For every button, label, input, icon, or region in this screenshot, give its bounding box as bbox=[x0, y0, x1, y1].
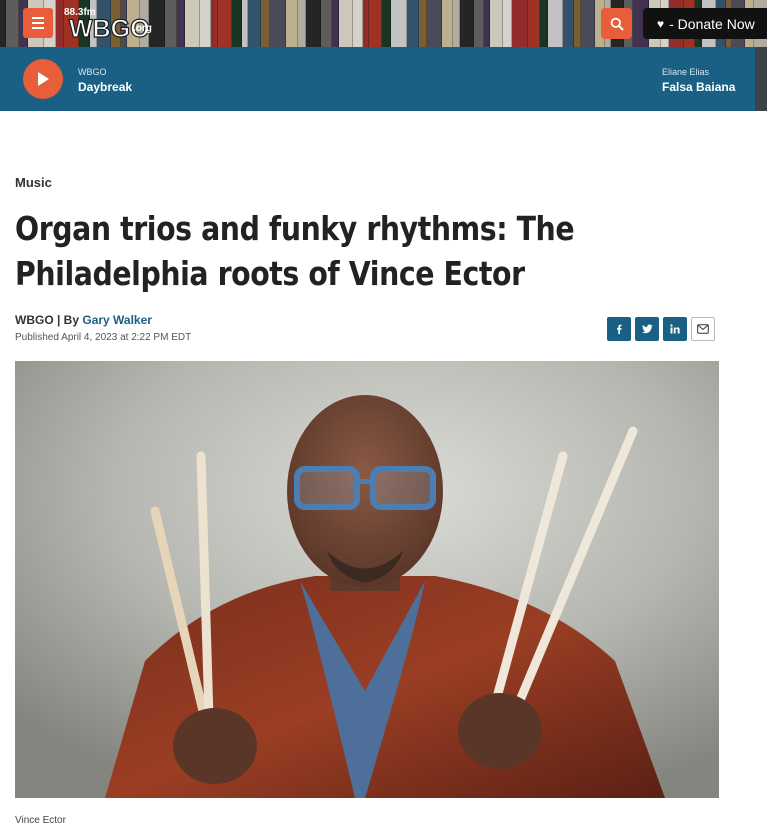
share-linkedin-button[interactable] bbox=[663, 317, 687, 341]
show-title: Daybreak bbox=[78, 80, 133, 94]
wbgo-logo-icon: 88.3fm WBGO .org bbox=[64, 7, 152, 42]
share-email-button[interactable] bbox=[691, 317, 715, 341]
donate-button[interactable]: ♥ - Donate Now bbox=[643, 8, 767, 39]
search-icon bbox=[610, 17, 624, 31]
article-photo[interactable] bbox=[15, 361, 719, 798]
play-button[interactable] bbox=[23, 59, 63, 99]
site-logo[interactable]: 88.3fm WBGO .org bbox=[63, 4, 157, 42]
byline-prefix: WBGO | By bbox=[15, 313, 83, 327]
play-icon bbox=[38, 72, 49, 86]
hamburger-icon bbox=[32, 17, 44, 19]
live-player-bar: WBGO Daybreak Eliane Elias Falsa Baiana bbox=[0, 47, 767, 111]
linkedin-icon bbox=[670, 324, 680, 334]
facebook-icon bbox=[617, 324, 622, 334]
player-expand-handle[interactable] bbox=[755, 47, 767, 111]
station-label: WBGO bbox=[78, 67, 107, 77]
article-headline: Organ trios and funky rhythms: The Phila… bbox=[15, 209, 575, 293]
twitter-icon bbox=[641, 324, 653, 334]
email-icon bbox=[697, 324, 709, 334]
station-info[interactable]: WBGO Daybreak bbox=[78, 67, 132, 94]
share-buttons bbox=[607, 317, 715, 341]
site-header: 88.3fm WBGO .org ♥ - Donate Now bbox=[0, 0, 767, 47]
portrait-illustration bbox=[15, 361, 719, 798]
photo-caption: Vince Ector bbox=[15, 815, 66, 826]
byline: WBGO | By Gary Walker bbox=[15, 313, 152, 327]
svg-text:.org: .org bbox=[133, 23, 152, 34]
donate-label: - Donate Now bbox=[669, 15, 755, 32]
article-category[interactable]: Music bbox=[15, 175, 52, 190]
now-playing-artist: Eliane Elias bbox=[662, 67, 710, 77]
heart-icon: ♥ bbox=[657, 16, 665, 31]
share-facebook-button[interactable] bbox=[607, 317, 631, 341]
author-link[interactable]: Gary Walker bbox=[82, 313, 152, 327]
published-date: Published April 4, 2023 at 2:22 PM EDT bbox=[15, 332, 192, 343]
search-button[interactable] bbox=[601, 8, 632, 39]
now-playing[interactable]: Eliane Elias Falsa Baiana bbox=[662, 67, 735, 94]
menu-button[interactable] bbox=[23, 8, 53, 38]
share-twitter-button[interactable] bbox=[635, 317, 659, 341]
now-playing-track: Falsa Baiana bbox=[662, 80, 736, 94]
